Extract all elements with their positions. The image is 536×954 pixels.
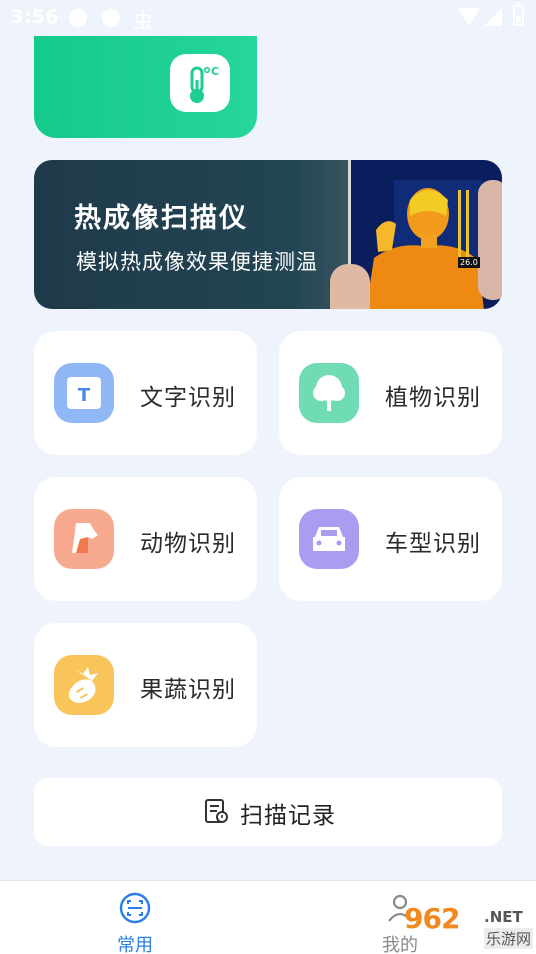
thermal-scanner-banner[interactable]: 26.0 热成像扫描仪 模拟热成像效果便捷测温 — [34, 160, 502, 309]
status-bar: 3:56 虫 — [0, 0, 536, 34]
tab-label: 常用 — [117, 935, 153, 954]
site-watermark: 962 .NET 乐游网 — [400, 900, 536, 954]
animal-recognition-icon — [54, 509, 114, 569]
car-recognition-icon — [299, 509, 359, 569]
thermometer-icon: C — [170, 54, 230, 112]
notification-icon — [102, 9, 120, 27]
thermometer-card[interactable]: C — [34, 36, 257, 138]
watermark-tld: .NET — [484, 908, 523, 926]
feature-card-text-recognition[interactable]: T 文字识别 — [34, 331, 257, 455]
banner-title: 热成像扫描仪 — [74, 203, 248, 234]
feature-card-animal-recognition[interactable]: 动物识别 — [34, 477, 257, 601]
wifi-icon — [458, 8, 480, 26]
tab-common[interactable]: 常用 — [95, 891, 175, 954]
scan-record-label: 扫描记录 — [240, 803, 336, 829]
svg-text:T: T — [78, 385, 91, 406]
feature-label: 动物识别 — [140, 531, 236, 557]
watermark-brand: 962 — [404, 902, 460, 935]
fruit-veg-recognition-icon — [54, 655, 114, 715]
feature-label: 车型识别 — [385, 531, 481, 557]
watermark-site: 乐游网 — [484, 928, 534, 949]
hand-image — [330, 264, 370, 309]
battery-icon — [513, 2, 524, 26]
signal-icon — [484, 8, 502, 26]
text-recognition-icon: T — [54, 363, 114, 423]
plant-recognition-icon — [299, 363, 359, 423]
banner-subtitle: 模拟热成像效果便捷测温 — [76, 250, 318, 274]
feature-label: 果蔬识别 — [140, 677, 236, 703]
hand-image — [478, 180, 502, 300]
debug-icon: 虫 — [133, 9, 153, 33]
feature-card-fruit-veg-recognition[interactable]: 果蔬识别 — [34, 623, 257, 747]
svg-text:C: C — [211, 65, 219, 78]
feature-card-car-recognition[interactable]: 车型识别 — [279, 477, 502, 601]
feature-label: 植物识别 — [385, 385, 481, 411]
notification-icon — [69, 9, 87, 27]
thermal-person-image — [366, 180, 484, 309]
status-time: 3:56 — [10, 6, 60, 28]
feature-card-plant-recognition[interactable]: 植物识别 — [279, 331, 502, 455]
feature-label: 文字识别 — [140, 385, 236, 411]
temperature-readout: 26.0 — [458, 257, 480, 268]
scan-icon — [119, 892, 151, 924]
scan-record-button[interactable]: 扫描记录 — [34, 778, 502, 846]
scan-record-icon — [202, 797, 230, 829]
